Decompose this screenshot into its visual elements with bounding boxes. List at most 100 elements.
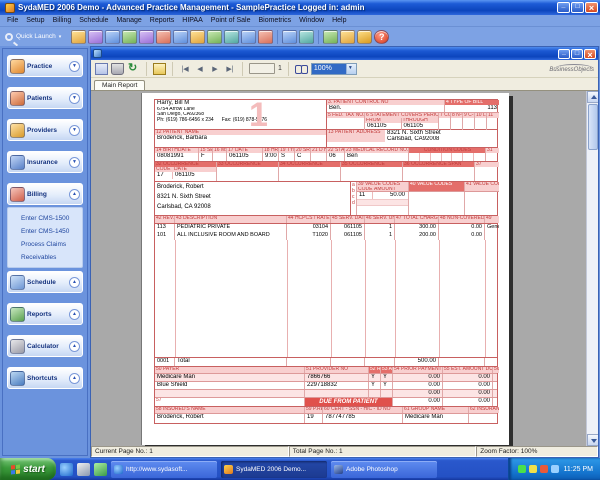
menu-window[interactable]: Window — [295, 17, 328, 24]
sidebar-item-reports[interactable]: Reports — [7, 303, 83, 325]
tray-icon-1[interactable] — [518, 465, 526, 473]
chevron-up-icon[interactable] — [69, 309, 80, 320]
window-toolbar-icon[interactable] — [340, 30, 355, 44]
chevron-down-icon[interactable] — [69, 93, 80, 104]
report-minimize-button[interactable] — [558, 49, 570, 59]
statements-toolbar-icon[interactable] — [258, 30, 273, 44]
report-page: 1 Harry, Bill M 6754 Arrow Lane San Dieg… — [141, 93, 509, 445]
calculator-icon — [10, 339, 25, 354]
menu-hipaa[interactable]: HIPAA — [178, 17, 207, 24]
print-icon[interactable] — [111, 63, 124, 75]
sidebar-item-insurance[interactable]: Insurance — [7, 151, 83, 173]
tray-icon-4[interactable] — [551, 465, 559, 473]
chevron-up-icon[interactable] — [69, 189, 80, 200]
find-icon[interactable] — [295, 64, 308, 74]
scheduler-toolbar-icon[interactable] — [224, 30, 239, 44]
tab-main-report[interactable]: Main Report — [94, 80, 145, 90]
lock-icon[interactable] — [357, 30, 372, 44]
desktop-quicklaunch-icon[interactable] — [77, 463, 90, 476]
sidebar-item-practice[interactable]: Practice — [7, 55, 83, 77]
referrals-toolbar-icon[interactable] — [139, 30, 154, 44]
menubar: File Setup Billing Schedule Manage Repor… — [0, 15, 600, 27]
media-quicklaunch-icon[interactable] — [94, 463, 107, 476]
sidebar-item-patients[interactable]: Patients — [7, 87, 83, 109]
close-button[interactable] — [585, 2, 598, 13]
box37-label: 37 — [475, 162, 499, 167]
quick-launch-menu[interactable]: Quick Launch ▾ — [5, 33, 61, 41]
chevron-up-icon[interactable] — [69, 373, 80, 384]
start-button[interactable]: start — [0, 458, 56, 480]
sidebar-label-billing: Billing — [27, 191, 69, 198]
menu-reports[interactable]: Reports — [146, 17, 179, 24]
clock: 11:25 PM — [564, 466, 593, 473]
chevron-up-icon[interactable] — [69, 277, 80, 288]
menu-schedule[interactable]: Schedule — [75, 17, 112, 24]
sidebar-item-calculator[interactable]: Calculator — [7, 335, 83, 357]
report-restore-button[interactable] — [571, 49, 583, 59]
patients-toolbar-icon[interactable] — [88, 30, 103, 44]
refresh-icon[interactable] — [127, 63, 140, 75]
last-page-button[interactable] — [224, 65, 236, 73]
providers-toolbar-icon[interactable] — [105, 30, 120, 44]
sidebar-item-process-claims[interactable]: Process Claims — [21, 238, 82, 251]
receivables-toolbar-icon[interactable] — [207, 30, 222, 44]
scroll-down-arrow[interactable] — [587, 434, 598, 446]
next-page-button[interactable] — [209, 65, 221, 73]
export-icon[interactable] — [95, 63, 108, 75]
scroll-thumb[interactable] — [588, 104, 598, 150]
menu-biometrics[interactable]: Biometrics — [254, 17, 295, 24]
sidebar-item-billing[interactable]: Billing — [7, 183, 83, 205]
zoom-combobox[interactable]: 100% — [311, 63, 357, 75]
group-tree-icon[interactable] — [153, 63, 166, 75]
reports-toolbar-icon[interactable] — [282, 30, 297, 44]
menu-manage[interactable]: Manage — [112, 17, 145, 24]
taskbar-item-sydamed[interactable]: SydaMED 2006 Demo... — [221, 461, 327, 478]
payer-row: Blue Shield 229718832 Y Y 0.00 0.00 — [155, 382, 497, 390]
chevron-up-icon[interactable] — [69, 341, 80, 352]
sidebar-item-providers[interactable]: Providers — [7, 119, 83, 141]
occurrence-33-label: 33 OCCURRENCE — [217, 162, 278, 167]
claims-toolbar-icon[interactable] — [173, 30, 188, 44]
insurance-toolbar-icon[interactable] — [122, 30, 137, 44]
ie-quicklaunch-icon[interactable] — [60, 463, 73, 476]
provider-box: 1 Harry, Bill M 6754 Arrow Lane San Dieg… — [155, 100, 327, 129]
goto-page-input[interactable] — [249, 63, 275, 74]
practice-toolbar-icon[interactable] — [71, 30, 86, 44]
billing-toolbar-icon[interactable] — [156, 30, 171, 44]
tray-icon-2[interactable] — [529, 465, 537, 473]
payments-toolbar-icon[interactable] — [190, 30, 205, 44]
svc-date: 061105 — [331, 224, 364, 231]
rel-info-header: 52 REL INFO — [369, 367, 380, 372]
taskbar-item-browser[interactable]: http://www.sydasoft... — [111, 461, 217, 478]
pos-toolbar-icon[interactable] — [241, 30, 256, 44]
manage-toolbar-icon[interactable] — [299, 30, 314, 44]
menu-point-of-sale[interactable]: Point of Sale — [207, 17, 255, 24]
desktop: SydaMED 2006 Demo - Advanced Practice Ma… — [0, 0, 600, 480]
sidebar-item-shortcuts[interactable]: Shortcuts — [7, 367, 83, 389]
first-page-button[interactable] — [179, 65, 191, 73]
help-icon[interactable] — [374, 30, 389, 44]
maximize-button[interactable] — [571, 2, 584, 13]
menu-billing[interactable]: Billing — [49, 17, 76, 24]
menu-setup[interactable]: Setup — [22, 17, 48, 24]
taskbar-item-photoshop[interactable]: Adobe Photoshop — [331, 461, 437, 478]
sidebar-item-enter-cms-1450[interactable]: Enter CMS-1450 — [21, 225, 82, 238]
chevron-down-icon[interactable] — [69, 61, 80, 72]
previous-page-button[interactable] — [194, 65, 206, 73]
tray-icon-3[interactable] — [540, 465, 548, 473]
menu-file[interactable]: File — [3, 17, 22, 24]
sidebar-item-receivables[interactable]: Receivables — [21, 251, 82, 264]
sidebar-item-enter-cms-1500[interactable]: Enter CMS-1500 — [21, 212, 82, 225]
report-close-button[interactable] — [584, 49, 596, 59]
report-window-icon — [93, 49, 102, 58]
chart-toolbar-icon[interactable] — [323, 30, 338, 44]
menu-help[interactable]: Help — [328, 17, 350, 24]
scroll-up-arrow[interactable] — [587, 91, 598, 103]
sidebar-item-schedule[interactable]: Schedule — [7, 271, 83, 293]
minimize-button[interactable] — [557, 2, 570, 13]
total-label: Total — [175, 358, 286, 365]
chevron-down-icon[interactable] — [69, 157, 80, 168]
chevron-down-icon[interactable] — [69, 125, 80, 136]
zoom-dropdown-button[interactable] — [346, 64, 356, 74]
vertical-scrollbar[interactable] — [586, 91, 598, 446]
